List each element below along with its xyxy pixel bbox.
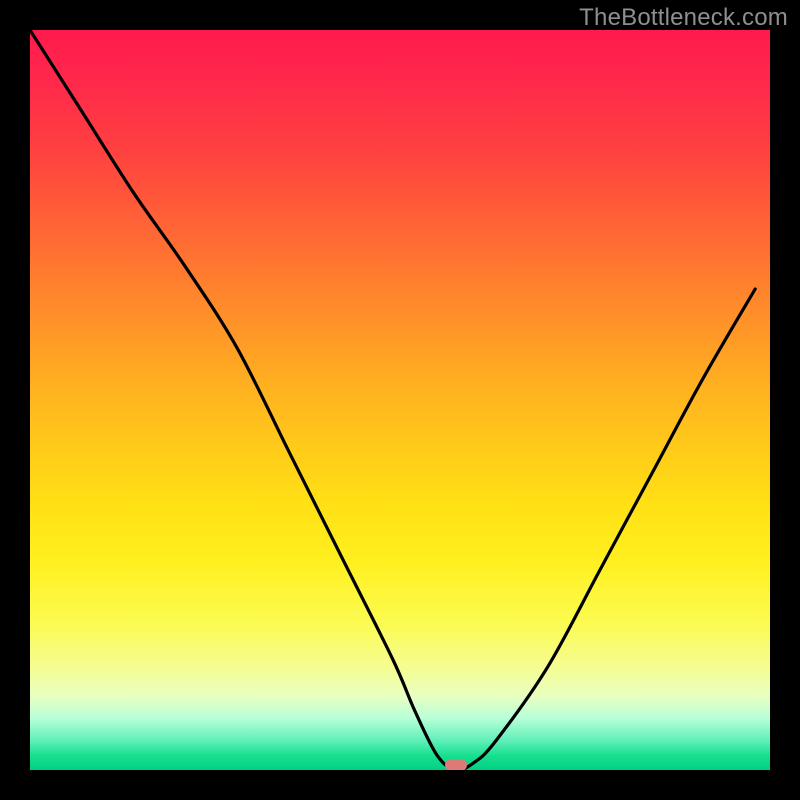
watermark-text: TheBottleneck.com (579, 4, 788, 32)
chart-frame: TheBottleneck.com (0, 0, 800, 800)
bottleneck-curve (30, 30, 770, 770)
plot-area (30, 30, 770, 770)
optimal-point-marker (445, 759, 467, 770)
